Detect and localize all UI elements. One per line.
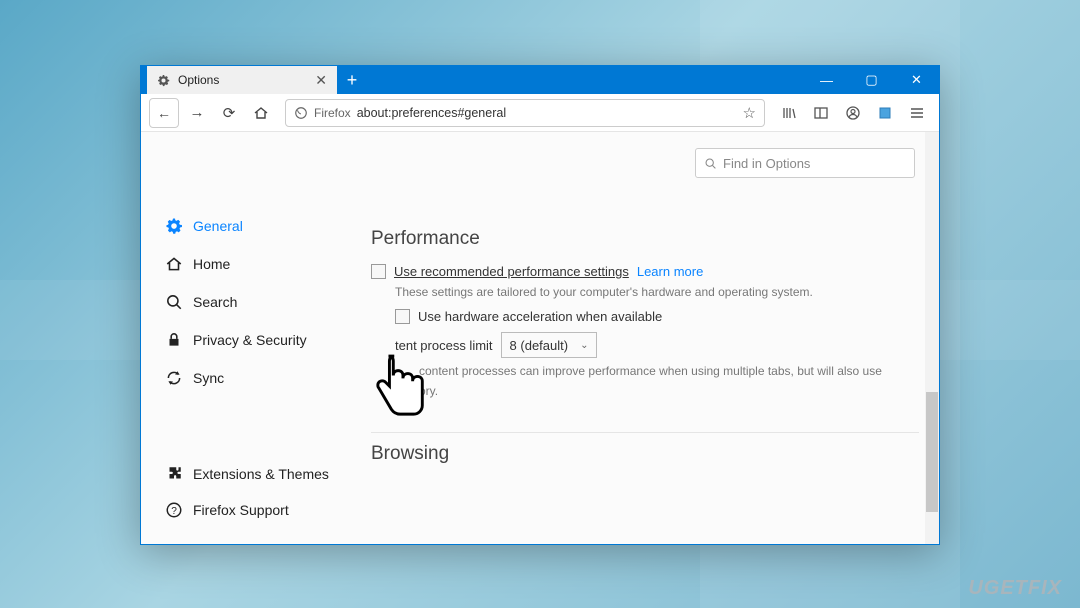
maximize-button[interactable]: ▢ [849,66,894,94]
content-limit-desc: content processes can improve performanc… [419,364,919,378]
url-text: about:preferences#general [357,106,737,120]
menu-button[interactable] [903,99,931,127]
close-tab-icon[interactable]: ✕ [315,72,327,89]
search-placeholder: Find in Options [723,156,810,171]
url-bar[interactable]: Firefox about:preferences#general ☆ [285,99,765,127]
recommended-checkbox[interactable] [371,264,386,279]
content-limit-row: tent process limit 8 (default) ⌄ [395,332,919,358]
select-value: 8 (default) [510,338,569,353]
sidebar-item-label: General [193,218,243,234]
learn-more-link[interactable]: Learn more [637,264,703,279]
sidebar-item-label: Extensions & Themes [193,466,329,482]
sidebar-item-label: Home [193,256,230,272]
sidebar-item-label: Sync [193,370,224,386]
new-tab-button[interactable]: + [337,66,367,94]
sidebar-item-label: Privacy & Security [193,332,307,348]
sidebar-item-extensions[interactable]: Extensions & Themes [165,456,351,492]
hw-accel-row: Use hardware acceleration when available [395,309,919,324]
lock-icon [165,331,183,349]
recommended-label: Use recommended performance settings [394,264,629,279]
account-icon[interactable] [839,99,867,127]
reload-button[interactable]: ⟳ [215,99,243,127]
sidebar-item-label: Search [193,294,237,310]
watermark: UGETFIX [968,577,1062,600]
url-prefix: Firefox [314,106,351,120]
close-window-button[interactable]: ✕ [894,66,939,94]
puzzle-icon [165,465,183,483]
browsing-heading: Browsing [371,432,919,465]
chevron-down-icon: ⌄ [580,340,588,351]
content-area: General Home Search Privacy & Security S… [141,132,939,544]
home-button[interactable] [247,99,275,127]
sidebar-item-support[interactable]: ? Firefox Support [165,492,351,528]
pointer-cursor-icon [373,350,431,428]
toolbar: ← → ⟳ Firefox about:preferences#general … [141,94,939,132]
sidebar-item-label: Firefox Support [193,502,289,518]
sidebar-item-sync[interactable]: Sync [165,360,351,396]
titlebar: Options ✕ + — ▢ ✕ [141,66,939,94]
sidebar-item-home[interactable]: Home [165,246,351,282]
library-icon[interactable] [775,99,803,127]
firefox-icon [294,106,308,120]
gear-icon [157,74,170,87]
help-icon: ? [165,501,183,519]
search-icon [165,293,183,311]
main-panel: Find in Options Performance Use recommen… [351,132,939,544]
tab-options[interactable]: Options ✕ [147,66,337,94]
bookmark-icon[interactable]: ☆ [743,104,756,122]
minimize-button[interactable]: — [804,66,849,94]
performance-desc: These settings are tailored to your comp… [395,285,919,299]
browser-window: Options ✕ + — ▢ ✕ ← → ⟳ Firefox about:pr… [140,65,940,545]
sidebar-item-search[interactable]: Search [165,284,351,320]
preferences-sidebar: General Home Search Privacy & Security S… [141,132,351,544]
sidebar-icon[interactable] [807,99,835,127]
back-button[interactable]: ← [149,98,179,128]
gear-icon [165,217,183,235]
extension-icon[interactable] [871,99,899,127]
search-icon [704,157,717,170]
sidebar-item-general[interactable]: General [165,208,351,244]
performance-heading: Performance [371,228,919,250]
content-limit-desc2: ory. [419,384,919,398]
scrollbar[interactable] [925,132,939,544]
scroll-thumb[interactable] [926,392,938,512]
forward-button[interactable]: → [183,99,211,127]
sync-icon [165,369,183,387]
find-in-options-input[interactable]: Find in Options [695,148,915,178]
sidebar-item-privacy[interactable]: Privacy & Security [165,322,351,358]
tab-title: Options [178,73,307,87]
hw-accel-checkbox[interactable] [395,309,410,324]
content-limit-select[interactable]: 8 (default) ⌄ [501,332,598,358]
recommended-settings-row: Use recommended performance settings Lea… [371,264,919,279]
hw-accel-label: Use hardware acceleration when available [418,309,662,324]
home-icon [165,255,183,273]
svg-text:?: ? [171,506,177,517]
